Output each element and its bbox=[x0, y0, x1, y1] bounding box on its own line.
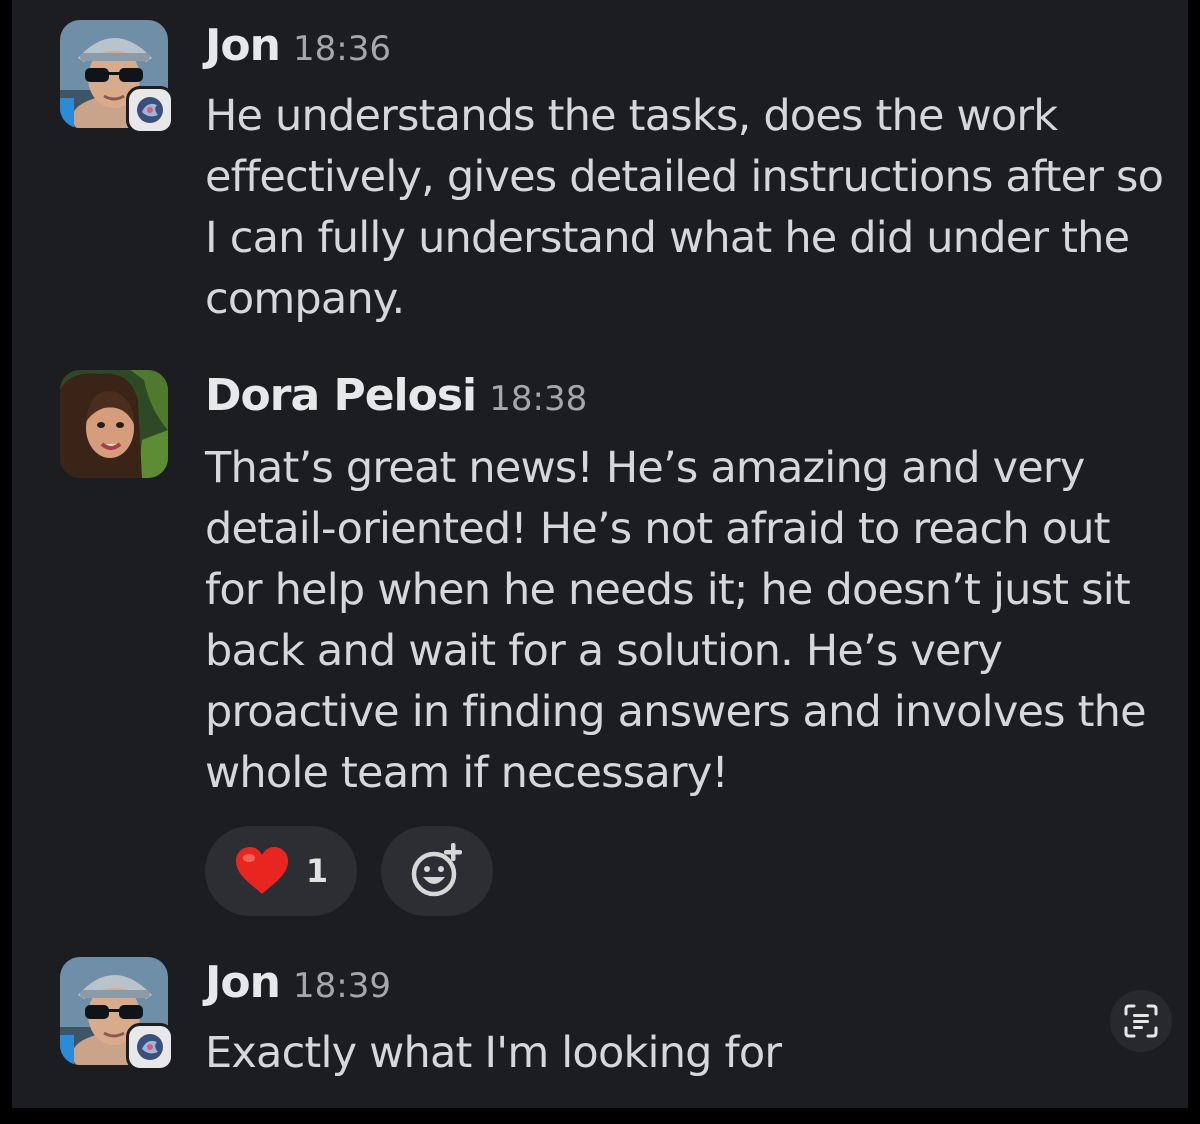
message-timestamp[interactable]: 18:39 bbox=[293, 966, 391, 1006]
message-header: Dora Pelosi 18:38 bbox=[205, 370, 587, 421]
sender-name[interactable]: Jon bbox=[205, 957, 281, 1008]
sender-name[interactable]: Jon bbox=[205, 20, 281, 71]
sender-name[interactable]: Dora Pelosi bbox=[205, 370, 477, 421]
reaction-heart-button[interactable]: 1 bbox=[205, 826, 357, 916]
message-timestamp[interactable]: 18:36 bbox=[293, 29, 391, 69]
message-text: He understands the tasks, does the work … bbox=[205, 91, 1164, 324]
app-badge-icon bbox=[126, 1023, 174, 1071]
scan-text-icon bbox=[1124, 1004, 1158, 1038]
chat-screen: Jon 18:36 He understands the tasks, does… bbox=[12, 0, 1188, 1108]
add-reaction-button[interactable] bbox=[381, 826, 493, 916]
message-text: That’s great news! He’s amazing and very… bbox=[205, 443, 1147, 798]
message-header: Jon 18:39 bbox=[205, 957, 391, 1008]
message-header: Jon 18:36 bbox=[205, 20, 391, 71]
message-timestamp[interactable]: 18:38 bbox=[489, 379, 587, 419]
app-badge-icon bbox=[126, 86, 174, 134]
message-text: Exactly what I'm looking for bbox=[205, 1028, 782, 1078]
avatar-dora[interactable] bbox=[60, 370, 168, 478]
reaction-count: 1 bbox=[305, 852, 329, 890]
scan-text-button[interactable] bbox=[1110, 990, 1172, 1052]
reactions-row: 1 bbox=[205, 826, 493, 916]
heart-icon bbox=[235, 847, 288, 894]
add-reaction-icon bbox=[411, 843, 462, 897]
